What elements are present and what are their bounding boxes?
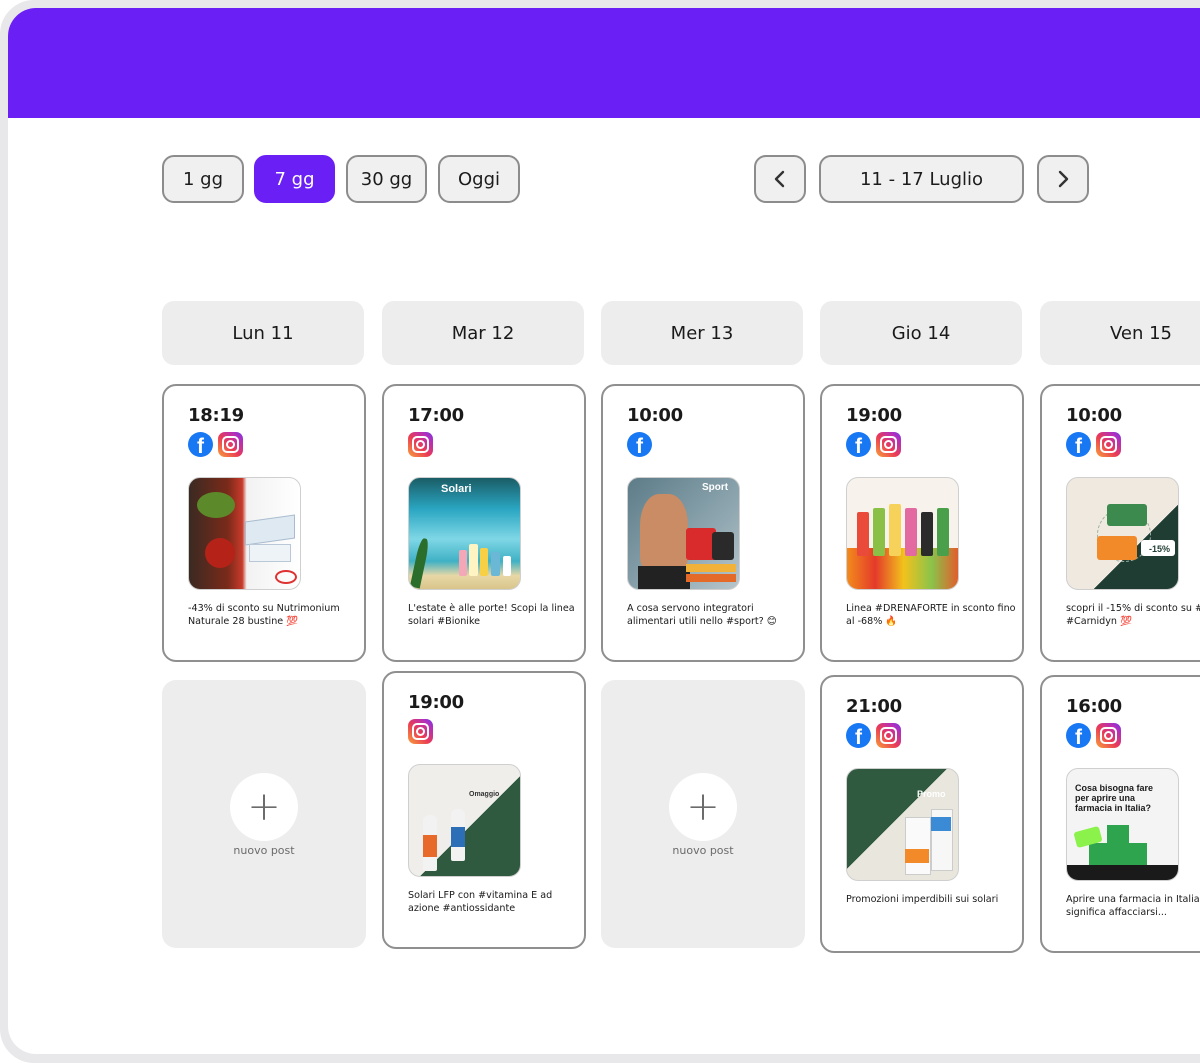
thumbnail-label: Sport: [702, 482, 729, 493]
date-range-label[interactable]: 11 - 17 Luglio: [819, 155, 1024, 203]
post-card[interactable]: 19:00 Omaggio Solari LFP con #vitamina E…: [382, 671, 586, 949]
prev-week-button[interactable]: [754, 155, 806, 203]
plus-icon: +: [230, 773, 298, 841]
new-post-slot[interactable]: + nuovo post: [601, 680, 805, 948]
today-button[interactable]: Oggi: [438, 155, 520, 203]
thumbnail-label: -15%: [1149, 544, 1171, 554]
post-thumbnail: Cosa bisogna fare per aprire una farmaci…: [1066, 768, 1179, 881]
day-header-gio: Gio 14: [820, 301, 1022, 365]
post-caption: -43% di sconto su Nutrimonium Naturale 2…: [188, 603, 340, 627]
chevron-left-icon: [774, 170, 785, 188]
range-30-days-button[interactable]: 30 gg: [346, 155, 427, 203]
new-post-slot[interactable]: + nuovo post: [162, 680, 366, 948]
post-thumbnail: [846, 477, 959, 590]
post-caption: Aprire una farmacia in Italia significa …: [1066, 894, 1200, 918]
post-caption: Promozioni imperdibili sui solari: [846, 894, 999, 905]
facebook-icon: f: [188, 432, 213, 457]
plus-icon: +: [669, 773, 737, 841]
instagram-icon: [1096, 723, 1121, 748]
post-thumbnail: [188, 477, 301, 590]
thumbnail-label: Promo: [917, 789, 946, 799]
instagram-icon: [408, 719, 433, 744]
post-card[interactable]: 18:19 f -43% di sconto su Nutrimonium Na…: [162, 384, 366, 662]
post-caption: L'estate è alle porte! Scopi la linea so…: [408, 603, 575, 627]
post-card[interactable]: 16:00 f Cosa bisogna fare per aprire una…: [1040, 675, 1200, 953]
post-thumbnail: Omaggio: [408, 764, 521, 877]
post-caption: scopri il -15% di sconto su #Y e #Carnid…: [1066, 603, 1200, 627]
thumbnail-label: Solari: [441, 483, 472, 495]
post-thumbnail: -15%: [1066, 477, 1179, 590]
instagram-icon: [218, 432, 243, 457]
post-time: 19:00: [408, 692, 464, 713]
instagram-icon: [876, 723, 901, 748]
thumbnail-label: Cosa bisogna fare per aprire una farmaci…: [1075, 783, 1154, 813]
day-header-lun: Lun 11: [162, 301, 364, 365]
post-time: 19:00: [846, 405, 902, 426]
post-time: 10:00: [1066, 405, 1122, 426]
instagram-icon: [876, 432, 901, 457]
chevron-right-icon: [1058, 170, 1069, 188]
facebook-icon: f: [846, 432, 871, 457]
post-card[interactable]: 10:00 f Sport A cosa servono integratori…: [601, 384, 805, 662]
post-card[interactable]: 19:00 f Linea #DRENAFORTE in sconto fino…: [820, 384, 1024, 662]
post-caption: Solari LFP con #vitamina E ad azione #an…: [408, 890, 553, 914]
new-post-label: nuovo post: [672, 844, 734, 857]
post-card[interactable]: 21:00 f Promo Promozioni imperdibili sui…: [820, 675, 1024, 953]
next-week-button[interactable]: [1037, 155, 1089, 203]
facebook-icon: f: [846, 723, 871, 748]
facebook-icon: f: [1066, 723, 1091, 748]
post-caption: A cosa servono integratori alimentari ut…: [627, 603, 777, 627]
post-card[interactable]: 17:00 Solari L'estate è alle porte! Scop…: [382, 384, 586, 662]
post-card[interactable]: 10:00 f -15% scopri il -15% di sconto su…: [1040, 384, 1200, 662]
post-thumbnail: Solari: [408, 477, 521, 590]
facebook-icon: f: [627, 432, 652, 457]
post-time: 10:00: [627, 405, 683, 426]
facebook-icon: f: [1066, 432, 1091, 457]
post-thumbnail: Sport: [627, 477, 740, 590]
day-header-mer: Mer 13: [601, 301, 803, 365]
range-1-day-button[interactable]: 1 gg: [162, 155, 244, 203]
post-time: 17:00: [408, 405, 464, 426]
instagram-icon: [408, 432, 433, 457]
post-time: 18:19: [188, 405, 244, 426]
post-time: 21:00: [846, 696, 902, 717]
thumbnail-label: Omaggio: [469, 791, 500, 798]
day-header-ven: Ven 15: [1040, 301, 1200, 365]
post-time: 16:00: [1066, 696, 1122, 717]
top-bar: [8, 8, 1200, 118]
instagram-icon: [1096, 432, 1121, 457]
day-header-mar: Mar 12: [382, 301, 584, 365]
post-caption: Linea #DRENAFORTE in sconto fino al -68%…: [846, 603, 1016, 627]
post-thumbnail: Promo: [846, 768, 959, 881]
new-post-label: nuovo post: [233, 844, 295, 857]
range-7-days-button[interactable]: 7 gg: [254, 155, 335, 203]
